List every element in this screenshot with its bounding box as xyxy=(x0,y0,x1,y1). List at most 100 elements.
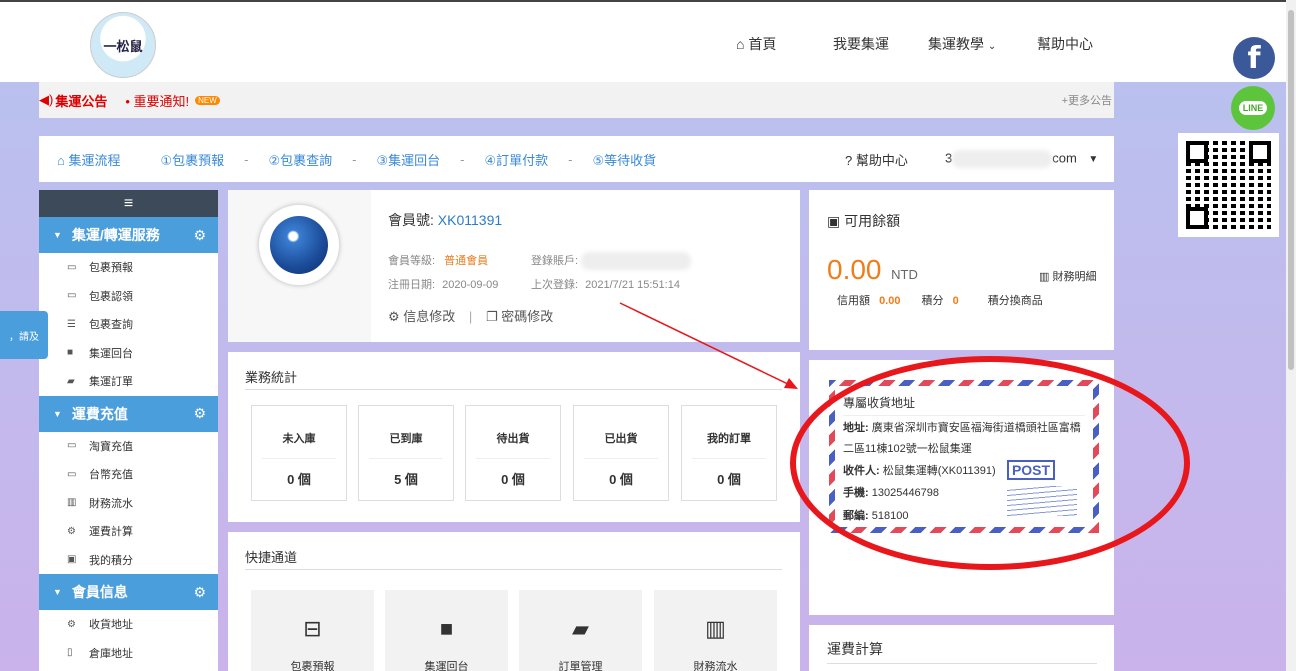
scrollbar[interactable] xyxy=(1286,0,1296,671)
sidebar-item-claim[interactable]: ▭ 包裹認領 xyxy=(39,282,218,311)
bar-chart-icon: ▥ xyxy=(1039,271,1050,283)
stat-card[interactable]: 已到庫 5 個 xyxy=(358,405,454,501)
building-icon: ▯ xyxy=(67,647,73,659)
item-label: 財務流水 xyxy=(89,497,133,510)
change-password-button[interactable]: ❐ 密碼修改 xyxy=(486,309,553,324)
site-logo[interactable]: 一松鼠 xyxy=(90,12,156,78)
quick-item[interactable]: ▰ 訂單管理 xyxy=(519,590,642,671)
finance-detail-link[interactable]: ▥ 財務明細 xyxy=(1039,268,1096,284)
quick-item[interactable]: ▥ 財務流水 xyxy=(654,590,777,671)
red-highlight-circle xyxy=(790,356,1190,570)
balance-title-row: ▣ 可用餘額 xyxy=(827,211,900,231)
member-level: 普通會員 xyxy=(444,255,489,267)
redacted-account xyxy=(581,252,692,271)
stat-value: 0 個 xyxy=(717,472,741,487)
reg-label: 注冊日期: xyxy=(388,279,436,291)
quick-panel: 快捷通道 ⊟ 包裹預報 ■ 集運回台 ▰ 訂單管理 ▥ 財務流水 xyxy=(228,532,800,671)
avatar[interactable] xyxy=(258,204,340,286)
notice-bar: ◀) 集運公告 • 重要通知! NEW +更多公告 xyxy=(39,82,1114,118)
sidebar-group-member[interactable]: ▼ 會員信息 ⚙ xyxy=(39,574,218,610)
stat-card[interactable]: 未入庫 0 個 xyxy=(251,405,347,501)
item-label: 倉庫地址 xyxy=(89,647,133,660)
item-label: 包裹預報 xyxy=(89,262,133,275)
sidebar-group-recharge[interactable]: ▼ 運費充值 ⚙ xyxy=(39,395,218,432)
account-label: 登錄賬戶: xyxy=(531,255,579,267)
sidebar-item-twd[interactable]: ▭ 台幣充值 xyxy=(39,460,218,489)
item-label: 集運回台 xyxy=(89,347,133,360)
sidebar-item-query[interactable]: ☰ 包裹查詢 xyxy=(39,310,218,339)
inbox-icon: ▭ xyxy=(67,261,77,273)
sidebar-item-finance[interactable]: ▥ 財務流水 xyxy=(39,489,218,518)
truck-icon: ■ xyxy=(67,347,74,359)
line-icon[interactable]: LINE xyxy=(1231,86,1275,130)
exchange-link[interactable]: 積分換商品 xyxy=(988,295,1043,307)
item-label: 台幣充值 xyxy=(89,469,133,482)
step-5[interactable]: ⑤等待收貨 xyxy=(593,150,657,169)
step-4[interactable]: ④訂單付款 xyxy=(485,150,549,169)
nav-tutorial[interactable]: 集運教學 ⌄ xyxy=(928,34,996,54)
gear-icon: ⚙ xyxy=(193,226,206,243)
points-value: 0 xyxy=(952,295,959,307)
balance-title: 可用餘額 xyxy=(844,213,901,229)
member-no: XK011391 xyxy=(437,212,503,228)
last-label: 上次登錄: xyxy=(531,279,579,291)
level-row: 會員等級: 普通會員 xyxy=(388,252,488,268)
caret-down-icon: ▼ xyxy=(53,587,62,597)
scrollbar-thumb[interactable] xyxy=(1288,10,1294,370)
facebook-icon[interactable]: f xyxy=(1233,37,1275,79)
balance-sub-row: 信用額 0.00 積分 0 積分換商品 xyxy=(837,292,1043,308)
chevron-down-icon: ⌄ xyxy=(987,41,997,52)
help-center-link[interactable]: ? 幫助中心 xyxy=(845,150,908,169)
notice-item[interactable]: • 重要通知! xyxy=(125,91,189,110)
bar-chart-icon: ▥ xyxy=(705,616,726,641)
step-2[interactable]: ②包裹查詢 xyxy=(269,150,333,169)
globe-icon xyxy=(270,216,328,274)
user-menu[interactable]: 3 com ▼ xyxy=(945,150,1098,168)
last-login-row: 上次登錄: 2021/7/21 15:51:14 xyxy=(531,276,680,292)
credit-label: 信用額 xyxy=(837,295,870,307)
gift-icon: ▣ xyxy=(67,554,77,566)
nav-help[interactable]: 幫助中心 xyxy=(1037,34,1093,54)
stat-card[interactable]: 已出貨 0 個 xyxy=(573,405,669,501)
item-label: 運費計算 xyxy=(89,526,133,539)
stat-value: 5 個 xyxy=(394,472,418,487)
quick-item[interactable]: ■ 集運回台 xyxy=(385,590,508,671)
sidebar-item-return[interactable]: ■ 集運回台 xyxy=(39,339,218,368)
sidebar-item-taobao[interactable]: ▭ 淘寶充值 xyxy=(39,432,218,461)
step-flow[interactable]: ⌂ 集運流程 xyxy=(57,150,121,169)
more-notices-link[interactable]: +更多公告 xyxy=(1062,92,1112,108)
cogs-icon: ⚙ xyxy=(67,618,76,630)
nav-home[interactable]: ⌂ 首頁 xyxy=(736,34,776,54)
side-tab[interactable]: ，請及 xyxy=(0,311,48,359)
sidebar-item-points[interactable]: ▣ 我的積分 xyxy=(39,546,218,575)
quick-item[interactable]: ⊟ 包裹預報 xyxy=(251,590,374,671)
sidebar-item-calc[interactable]: ⚙ 運費計算 xyxy=(39,517,218,546)
level-label: 會員等級: xyxy=(388,255,436,267)
quick-label: 訂單管理 xyxy=(558,661,603,671)
balance-currency: NTD xyxy=(891,267,918,282)
sidebar-item-forecast[interactable]: ▭ 包裹預報 xyxy=(39,253,218,282)
avatar-area xyxy=(228,190,371,342)
edit-info-button[interactable]: ⚙ 信息修改 xyxy=(388,309,455,324)
step-1[interactable]: ①包裹預報 xyxy=(161,150,225,169)
stat-label: 我的訂單 xyxy=(707,433,751,445)
nav-tutorial-label: 集運教學 xyxy=(928,36,984,52)
item-label: 包裹查詢 xyxy=(89,319,133,332)
sidebar-group-shipping[interactable]: ▼ 集運/轉運服務 ⚙ xyxy=(39,217,218,253)
step-3[interactable]: ③集運回台 xyxy=(377,150,441,169)
qr-code xyxy=(1178,133,1279,237)
stat-card[interactable]: 我的訂單 0 個 xyxy=(681,405,777,501)
sidebar-item-address[interactable]: ⚙ 收貨地址 xyxy=(39,610,218,639)
sidebar-item-warehouse[interactable]: ▯ 倉庫地址 xyxy=(39,639,218,668)
user-email-suffix: com xyxy=(1052,150,1077,166)
stats-panel: 業務統計 未入庫 0 個 已到庫 5 個 待出貨 0 個 已出貨 0 個 我的訂單 0 個 xyxy=(228,352,800,522)
nav-ship[interactable]: 我要集運 xyxy=(833,34,889,54)
stat-card[interactable]: 待出貨 0 個 xyxy=(465,405,561,501)
member-no-label: 會員號: xyxy=(388,212,434,228)
menu-toggle-icon[interactable]: ≡ xyxy=(39,190,218,217)
stat-value: 0 個 xyxy=(501,472,525,487)
balance-amount: 0.00 xyxy=(827,254,882,285)
sidebar-item-orders[interactable]: ▰ 集運訂單 xyxy=(39,367,218,396)
book-icon: ▰ xyxy=(572,616,589,641)
copy-icon: ❐ xyxy=(485,309,498,324)
